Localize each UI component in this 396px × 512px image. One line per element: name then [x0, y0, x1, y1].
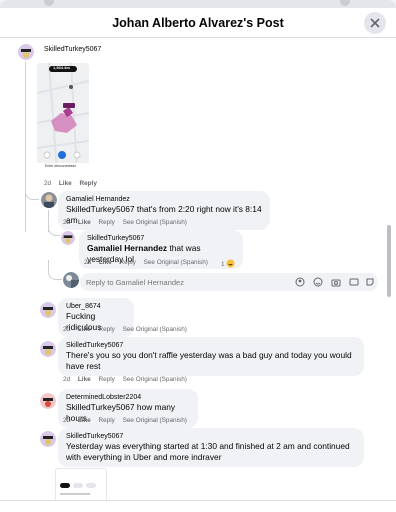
comment-actions: 2d Like Reply See Original (Spanish) [63, 417, 193, 424]
reply-button[interactable]: Reply [98, 376, 114, 383]
comment-time[interactable]: 2d [63, 326, 70, 333]
comment-time[interactable]: 2d [44, 180, 51, 187]
like-button[interactable]: Like [78, 417, 91, 424]
thread-connector [48, 260, 62, 280]
see-original-link[interactable]: See Original (Spanish) [123, 376, 187, 383]
reply-button[interactable]: Reply [98, 326, 114, 333]
comment-bubble: SkilledTurkey5067 Yesterday was everythi… [58, 428, 364, 467]
comment-author[interactable]: Uber_8674 [66, 302, 126, 311]
close-button[interactable] [364, 12, 386, 34]
avatar[interactable] [40, 302, 56, 318]
avatar-sticker-icon[interactable] [295, 277, 305, 287]
comment-time[interactable]: 2d [63, 376, 70, 383]
see-original-link[interactable]: See Original (Spanish) [144, 259, 208, 266]
comment-text: Yesterday was everything started at 1:30… [66, 441, 350, 462]
earnings-chip: 1,944.4m [53, 65, 70, 70]
thread-connector [25, 190, 39, 200]
comment-time[interactable]: 2d [84, 259, 91, 266]
comment-author[interactable]: SkilledTurkey5067 [87, 234, 235, 243]
reply-button[interactable]: Reply [119, 259, 135, 266]
reaction-number: 1 [221, 261, 225, 268]
avatar [63, 272, 79, 288]
comment-image[interactable]: 1,944.4m Entre desconectado [37, 63, 89, 171]
avatar[interactable] [40, 341, 56, 357]
thread-line [25, 62, 26, 232]
comment-author[interactable]: SkilledTurkey5067 [66, 341, 356, 350]
comment-bubble: SkilledTurkey5067 There's you so you don… [58, 337, 364, 376]
comment-time[interactable]: 2d [63, 417, 70, 424]
avatar[interactable] [18, 44, 34, 60]
comment-actions: 2d Like Reply [44, 180, 103, 187]
page-title: Johan Alberto Alvarez's Post [112, 16, 284, 30]
background-nav-strip [0, 0, 396, 8]
comment-actions: 2d Like Reply See Original (Spanish) [84, 259, 214, 266]
home-icon [44, 0, 54, 6]
reply-button[interactable]: Reply [79, 180, 96, 187]
avatar[interactable] [40, 393, 56, 409]
modal-header: Johan Alberto Alvarez's Post [0, 8, 396, 38]
comment-author[interactable]: SkilledTurkey5067 [44, 46, 101, 53]
like-button[interactable]: Like [59, 180, 72, 187]
comment-actions: 2d Like Reply See Original (Spanish) [63, 219, 193, 226]
mention-link[interactable]: Gamaliel Hernandez [87, 243, 167, 253]
comment-actions: 2d Like Reply See Original (Spanish) [63, 326, 193, 333]
emoji-icon[interactable] [313, 277, 323, 287]
like-button[interactable]: Like [78, 326, 91, 333]
comment-text: There's you so you don't raffle yesterda… [66, 350, 352, 371]
comment-author[interactable]: DeterminedLobster2204 [66, 393, 190, 402]
close-icon [370, 18, 380, 28]
avatar[interactable] [41, 192, 57, 208]
comment-time[interactable]: 2d [63, 219, 70, 226]
reply-box [80, 273, 378, 291]
map-screenshot [37, 63, 89, 171]
gaming-icon [340, 0, 350, 6]
comment-composer-bar [0, 500, 396, 512]
avatar[interactable] [61, 231, 75, 245]
camera-icon[interactable] [331, 277, 341, 287]
reply-button[interactable]: Reply [98, 219, 114, 226]
gif-icon[interactable] [349, 277, 359, 287]
like-button[interactable]: Like [99, 259, 112, 266]
comment-author[interactable]: Gamaliel Hernandez [66, 195, 262, 204]
like-button[interactable]: Like [78, 219, 91, 226]
avatar[interactable] [40, 431, 56, 447]
scrollbar[interactable] [387, 225, 391, 297]
post-modal: Johan Alberto Alvarez's Post SkilledTurk… [0, 0, 396, 512]
comment-author[interactable]: SkilledTurkey5067 [66, 432, 356, 441]
reaction-count[interactable]: 1 [221, 259, 235, 268]
reply-button[interactable]: Reply [98, 417, 114, 424]
see-original-link[interactable]: See Original (Spanish) [123, 326, 187, 333]
sticker-icon[interactable] [365, 277, 375, 287]
see-original-link[interactable]: See Original (Spanish) [123, 417, 187, 424]
see-original-link[interactable]: See Original (Spanish) [123, 219, 187, 226]
like-button[interactable]: Like [78, 376, 91, 383]
comment-actions: 2d Like Reply See Original (Spanish) [63, 376, 193, 383]
map-footer-text: Entre desconectado [45, 164, 77, 168]
reply-input[interactable] [86, 275, 286, 289]
haha-icon [226, 259, 235, 268]
thread-connector [48, 228, 60, 236]
